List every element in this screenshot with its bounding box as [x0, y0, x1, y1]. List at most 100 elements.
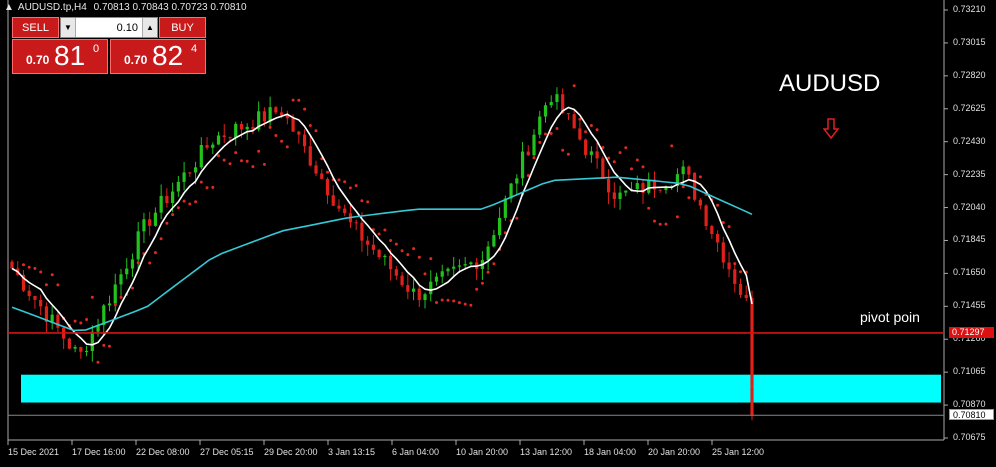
lot-size-control: ▼ ▲: [60, 17, 158, 38]
price-tick-label: 0.70675: [953, 432, 986, 442]
collapse-icon[interactable]: ▲: [4, 2, 14, 13]
sar-dot: [343, 180, 347, 184]
buy-price-button[interactable]: 0.70 82 4: [110, 39, 206, 74]
candle-body: [245, 126, 249, 130]
sar-dot: [406, 253, 410, 257]
candle: [320, 168, 324, 180]
candle: [417, 285, 421, 307]
price-tick-label: 0.71845: [953, 234, 986, 245]
candle-body: [744, 294, 748, 298]
sar-dot: [733, 262, 737, 266]
candle: [509, 182, 513, 203]
lot-increase-icon[interactable]: ▲: [142, 18, 157, 37]
candle: [589, 146, 593, 163]
candle: [159, 184, 163, 220]
candle-body: [27, 290, 31, 296]
candle: [148, 211, 152, 236]
candle: [566, 113, 571, 120]
candle: [538, 110, 542, 139]
candle-body: [549, 101, 553, 106]
candle-body: [394, 269, 398, 276]
candle-body: [715, 234, 720, 243]
candle: [130, 253, 135, 277]
sar-dot: [658, 222, 662, 226]
sar-dot: [153, 251, 157, 255]
candle: [606, 169, 611, 205]
candle: [687, 165, 691, 179]
candle: [698, 198, 702, 210]
sar-dot: [515, 216, 519, 220]
candle: [331, 185, 335, 207]
candle: [624, 190, 628, 197]
candle: [182, 161, 186, 191]
candle: [62, 326, 66, 350]
candle: [584, 138, 588, 159]
candle-body: [520, 151, 525, 179]
sar-dot: [39, 270, 43, 274]
candle-body: [377, 249, 381, 258]
lot-decrease-icon[interactable]: ▼: [61, 18, 76, 37]
candle: [704, 204, 708, 230]
candle: [492, 229, 496, 248]
candle-body: [337, 205, 341, 209]
candle: [119, 268, 123, 296]
candle-body: [79, 347, 83, 352]
sar-dot: [400, 249, 404, 253]
candle: [532, 129, 536, 158]
candle: [446, 267, 450, 276]
candle: [50, 306, 54, 330]
sell-button[interactable]: SELL: [12, 17, 59, 38]
price-tick-label: 0.71455: [953, 300, 986, 311]
candle-body: [417, 288, 421, 301]
price-scale[interactable]: 0.70675 0.70870 0.71065 0.71260 0.71455 0.716…: [944, 0, 996, 467]
candle-body: [125, 268, 129, 275]
candle-body: [595, 151, 599, 159]
sar-dot: [727, 225, 731, 229]
candle-body: [538, 116, 542, 135]
candle: [738, 278, 743, 298]
candle-body: [193, 167, 198, 173]
sar-dot: [469, 303, 473, 307]
sar-dot: [240, 159, 243, 163]
chart-window[interactable]: ▲ AUDUSD.tp,H4 0.70813 0.70843 0.70723 0.…: [0, 0, 996, 467]
candle: [658, 189, 662, 193]
symbol-annotation: AUDUSD: [779, 70, 881, 97]
sar-dot: [27, 265, 31, 269]
candle-body: [343, 208, 347, 214]
sar-dot: [33, 266, 37, 270]
sar-dot: [22, 263, 25, 267]
lot-size-input[interactable]: [76, 20, 142, 35]
candle-body: [268, 107, 272, 122]
candle-body: [10, 261, 14, 269]
candle-body: [400, 275, 404, 286]
sar-dot: [377, 232, 381, 236]
sar-dot: [664, 222, 668, 226]
sell-price-button[interactable]: 0.70 81 0: [12, 39, 108, 74]
candle: [715, 230, 720, 253]
candle-body: [434, 276, 439, 282]
sar-dot: [274, 134, 278, 137]
candle: [199, 137, 203, 170]
candle-body: [515, 178, 519, 184]
candle-body: [320, 173, 324, 179]
candle: [153, 207, 158, 227]
candle: [710, 224, 714, 239]
candle-body: [274, 107, 278, 113]
candle-body: [50, 314, 54, 322]
sar-dot: [297, 98, 301, 102]
sar-dot: [245, 159, 249, 163]
sar-dot: [194, 200, 198, 204]
sell-price-sup: 0: [93, 43, 100, 55]
sar-dot: [165, 221, 169, 225]
candle-body: [618, 192, 622, 199]
candle: [515, 174, 519, 196]
buy-price-prefix: 0.70: [124, 53, 148, 67]
time-tick-label: 10 Jan 20:00: [456, 447, 509, 457]
candle: [10, 259, 14, 269]
candle: [297, 130, 301, 144]
buy-button[interactable]: BUY: [159, 17, 206, 38]
sar-dot: [457, 301, 461, 305]
candle-body: [463, 264, 467, 266]
candle: [337, 199, 341, 212]
fast-ma-line: [11, 106, 753, 346]
